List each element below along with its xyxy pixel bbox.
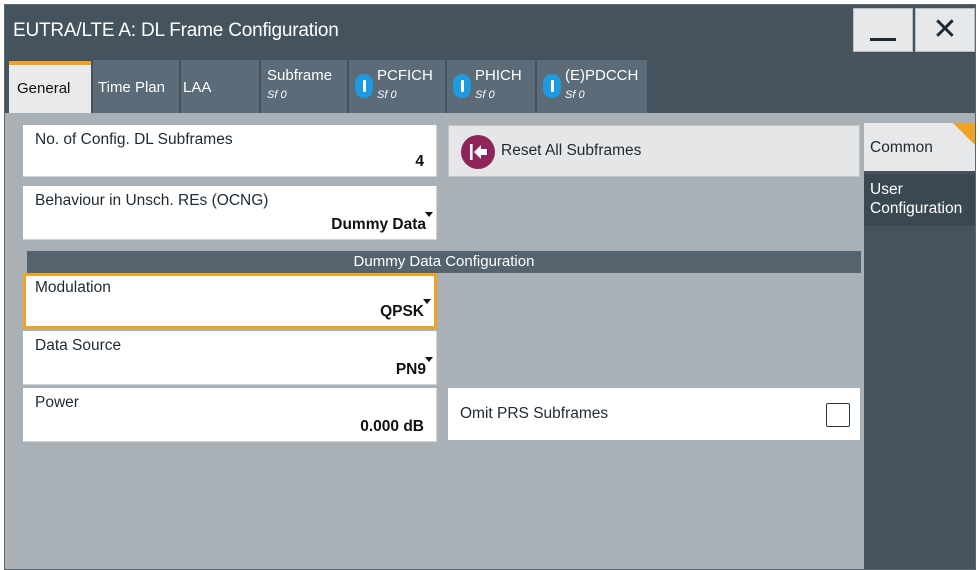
tab-label: LAA — [183, 79, 212, 96]
close-icon: ✕ — [932, 12, 958, 47]
dropdown-arrow-icon — [425, 357, 433, 362]
field-label: No. of Config. DL Subframes — [35, 131, 233, 148]
tab-label: Subframe — [267, 67, 333, 84]
reset-all-subframes-button[interactable]: Reset All Subframes — [448, 125, 860, 177]
field-label: Behaviour in Unsch. REs (OCNG) — [35, 192, 269, 209]
modulation-select[interactable]: Modulation QPSK — [23, 273, 437, 329]
field-value: 4 — [415, 153, 424, 170]
tab-pcfich[interactable]: PCFICH Sf 0 — [349, 60, 445, 113]
reset-arrow-icon — [461, 135, 495, 169]
tab-laa[interactable]: LAA — [181, 60, 259, 113]
omit-prs-subframes-row: Omit PRS Subframes — [448, 388, 860, 440]
side-tab-user-configuration[interactable]: User Configuration — [864, 174, 975, 226]
field-value: QPSK — [380, 303, 424, 320]
tab-epdcch[interactable]: (E)PDCCH Sf 0 — [537, 60, 647, 113]
info-icon — [453, 74, 471, 98]
field-value: 0.000 dB — [360, 418, 424, 435]
tab-label: (E)PDCCH — [565, 67, 639, 84]
tab-label: General — [17, 80, 71, 97]
side-panel: Common User Configuration — [864, 123, 975, 569]
side-tab-label-line1: User — [870, 181, 903, 198]
info-icon — [543, 74, 561, 98]
tab-bar: General Time Plan LAA Subframe Sf 0 PCFI… — [5, 57, 975, 113]
side-tab-label: Common — [870, 139, 933, 156]
reset-button-label: Reset All Subframes — [501, 142, 642, 159]
title-bar: EUTRA/LTE A: DL Frame Configuration ✕ — [5, 5, 975, 57]
tab-label: PHICH — [475, 67, 522, 84]
behaviour-ocng-select[interactable]: Behaviour in Unsch. REs (OCNG) Dummy Dat… — [23, 186, 437, 240]
power-field[interactable]: Power 0.000 dB — [23, 388, 437, 442]
tab-time-plan[interactable]: Time Plan — [93, 60, 179, 113]
field-value: Dummy Data — [331, 216, 426, 233]
tab-sublabel: Sf 0 — [475, 89, 495, 101]
side-tab-common[interactable]: Common — [864, 123, 975, 171]
tab-general[interactable]: General — [9, 61, 91, 113]
field-label: Data Source — [35, 337, 122, 354]
data-source-select[interactable]: Data Source PN9 — [23, 331, 437, 385]
dropdown-arrow-icon — [423, 299, 431, 304]
num-config-dl-subframes-field[interactable]: No. of Config. DL Subframes 4 — [23, 125, 437, 177]
side-tab-label-line2: Configuration — [870, 200, 963, 217]
tab-phich[interactable]: PHICH Sf 0 — [447, 60, 535, 113]
minimize-button[interactable] — [853, 8, 913, 52]
info-icon — [355, 74, 373, 98]
tab-subframe[interactable]: Subframe Sf 0 — [261, 60, 347, 113]
omit-prs-label: Omit PRS Subframes — [460, 405, 609, 422]
field-label: Modulation — [35, 279, 111, 296]
omit-prs-checkbox[interactable] — [826, 403, 850, 427]
field-label: Power — [35, 394, 79, 411]
tab-label: Time Plan — [98, 79, 165, 96]
tab-sublabel: Sf 0 — [267, 89, 287, 101]
minimize-icon — [870, 37, 896, 41]
close-button[interactable]: ✕ — [915, 8, 975, 52]
tab-sublabel: Sf 0 — [565, 89, 585, 101]
tab-sublabel: Sf 0 — [377, 89, 397, 101]
window-title: EUTRA/LTE A: DL Frame Configuration — [13, 20, 339, 41]
active-corner-marker — [953, 123, 975, 145]
general-panel: No. of Config. DL Subframes 4 Reset All … — [17, 123, 861, 569]
dropdown-arrow-icon — [425, 212, 433, 217]
section-header: Dummy Data Configuration — [27, 251, 861, 273]
dl-frame-config-window: EUTRA/LTE A: DL Frame Configuration ✕ Ge… — [4, 4, 976, 570]
field-value: PN9 — [395, 361, 426, 378]
tab-label: PCFICH — [377, 67, 433, 84]
